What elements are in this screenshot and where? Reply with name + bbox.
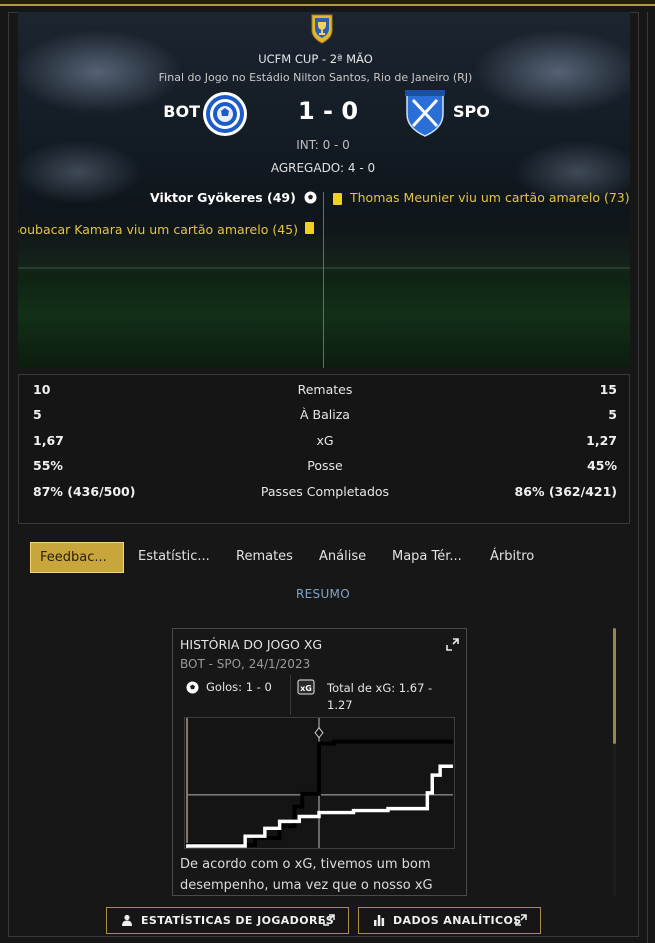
yellow-card-icon <box>333 193 342 205</box>
top-bar <box>0 0 655 6</box>
stat-away-value: 5 <box>608 407 617 422</box>
xg-icon: xG <box>297 679 315 695</box>
stat-row: 1,67 xG 1,27 <box>19 433 631 453</box>
expand-icon <box>515 914 527 926</box>
interval-score: INT: 0 - 0 <box>296 138 350 152</box>
expand-icon[interactable] <box>446 638 459 651</box>
away-card-event[interactable]: Thomas Meunier viu um cartão amarelo (73… <box>350 190 632 205</box>
venue-text: Final do Jogo no Estádio Nilton Santos, … <box>158 71 473 84</box>
analytics-button[interactable]: DADOS ANALÍTICOS <box>358 907 541 934</box>
stat-row: 87% (436/500) Passes Completados 86% (36… <box>19 484 631 504</box>
stat-away-value: 15 <box>599 382 617 397</box>
stat-away-value: 86% (362/421) <box>514 484 617 499</box>
match-stats-panel: 10 Remates 15 5 À Baliza 5 1,67 xG 1,27 … <box>18 374 630 524</box>
xg-description: De acordo com o xG, tivemos um bom desem… <box>180 857 433 893</box>
player-stats-label: ESTATÍSTICAS DE JOGADORES <box>141 914 335 927</box>
user-icon <box>122 914 132 926</box>
svg-text:xG: xG <box>300 684 312 693</box>
tab-referee[interactable]: Árbitro <box>490 542 534 573</box>
tab-heat-map[interactable]: Mapa Tér... <box>392 542 462 573</box>
aggregate-score: AGREGADO: 4 - 0 <box>270 161 376 175</box>
scrollbar-thumb[interactable] <box>613 628 616 744</box>
stat-away-value: 1,27 <box>586 433 617 448</box>
xg-card-subtitle: BOT - SPO, 24/1/2023 <box>180 657 311 671</box>
stat-label: Posse <box>307 458 343 473</box>
stat-row: 10 Remates 15 <box>19 382 631 402</box>
events-divider <box>323 192 324 368</box>
match-score: 1 - 0 <box>297 97 359 125</box>
xg-timeline-chart <box>184 717 455 849</box>
home-crest-icon[interactable] <box>202 91 248 137</box>
stat-row: 5 À Baliza 5 <box>19 407 631 427</box>
total-xg: Total de xG: 1.67 - 1.27 <box>327 681 433 712</box>
stat-row: 55% Posse 45% <box>19 458 631 478</box>
stat-label: Remates <box>297 382 353 397</box>
right-panel-edge <box>647 12 655 943</box>
away-team-name[interactable]: SPO <box>453 102 490 121</box>
tab-shots[interactable]: Remates <box>236 542 293 573</box>
goals-summary: Golos: 1 - 0 <box>206 680 272 694</box>
tab-feedback[interactable]: Feedbac... <box>30 542 124 573</box>
bar-chart-icon <box>374 915 385 926</box>
stat-label: À Baliza <box>300 407 350 422</box>
football-icon <box>304 191 317 204</box>
player-stats-button[interactable]: ESTATÍSTICAS DE JOGADORES <box>106 907 349 934</box>
scrollbar-track[interactable] <box>613 744 616 896</box>
tab-statistics[interactable]: Estatístic... <box>138 542 210 573</box>
cup-icon <box>311 14 333 44</box>
home-card-event[interactable]: Boubacar Kamara viu um cartão amarelo (4… <box>18 222 298 237</box>
xg-story-card[interactable]: HISTÓRIA DO JOGO XG BOT - SPO, 24/1/2023… <box>172 628 467 896</box>
xg-separator <box>290 675 291 715</box>
stat-label: xG <box>316 433 334 448</box>
stat-away-value: 45% <box>587 458 617 473</box>
tab-analysis[interactable]: Análise <box>319 542 366 573</box>
home-goal-event[interactable]: Viktor Gyökeres (49) <box>150 190 296 205</box>
yellow-card-icon <box>305 222 314 234</box>
section-title: RESUMO <box>296 587 350 601</box>
analytics-label: DADOS ANALÍTICOS <box>393 914 522 927</box>
xg-card-title: HISTÓRIA DO JOGO XG <box>180 637 323 652</box>
goal-marker <box>314 727 324 739</box>
home-card-event-wrap: Boubacar Kamara viu um cartão amarelo (4… <box>18 219 298 238</box>
competition-name: UCFM CUP - 2ª MÃO <box>258 52 373 66</box>
football-icon <box>186 681 199 694</box>
away-crest-icon[interactable] <box>405 90 445 138</box>
home-team-name[interactable]: BOT <box>140 102 200 121</box>
expand-icon <box>323 914 335 926</box>
pitch-line <box>18 267 630 269</box>
